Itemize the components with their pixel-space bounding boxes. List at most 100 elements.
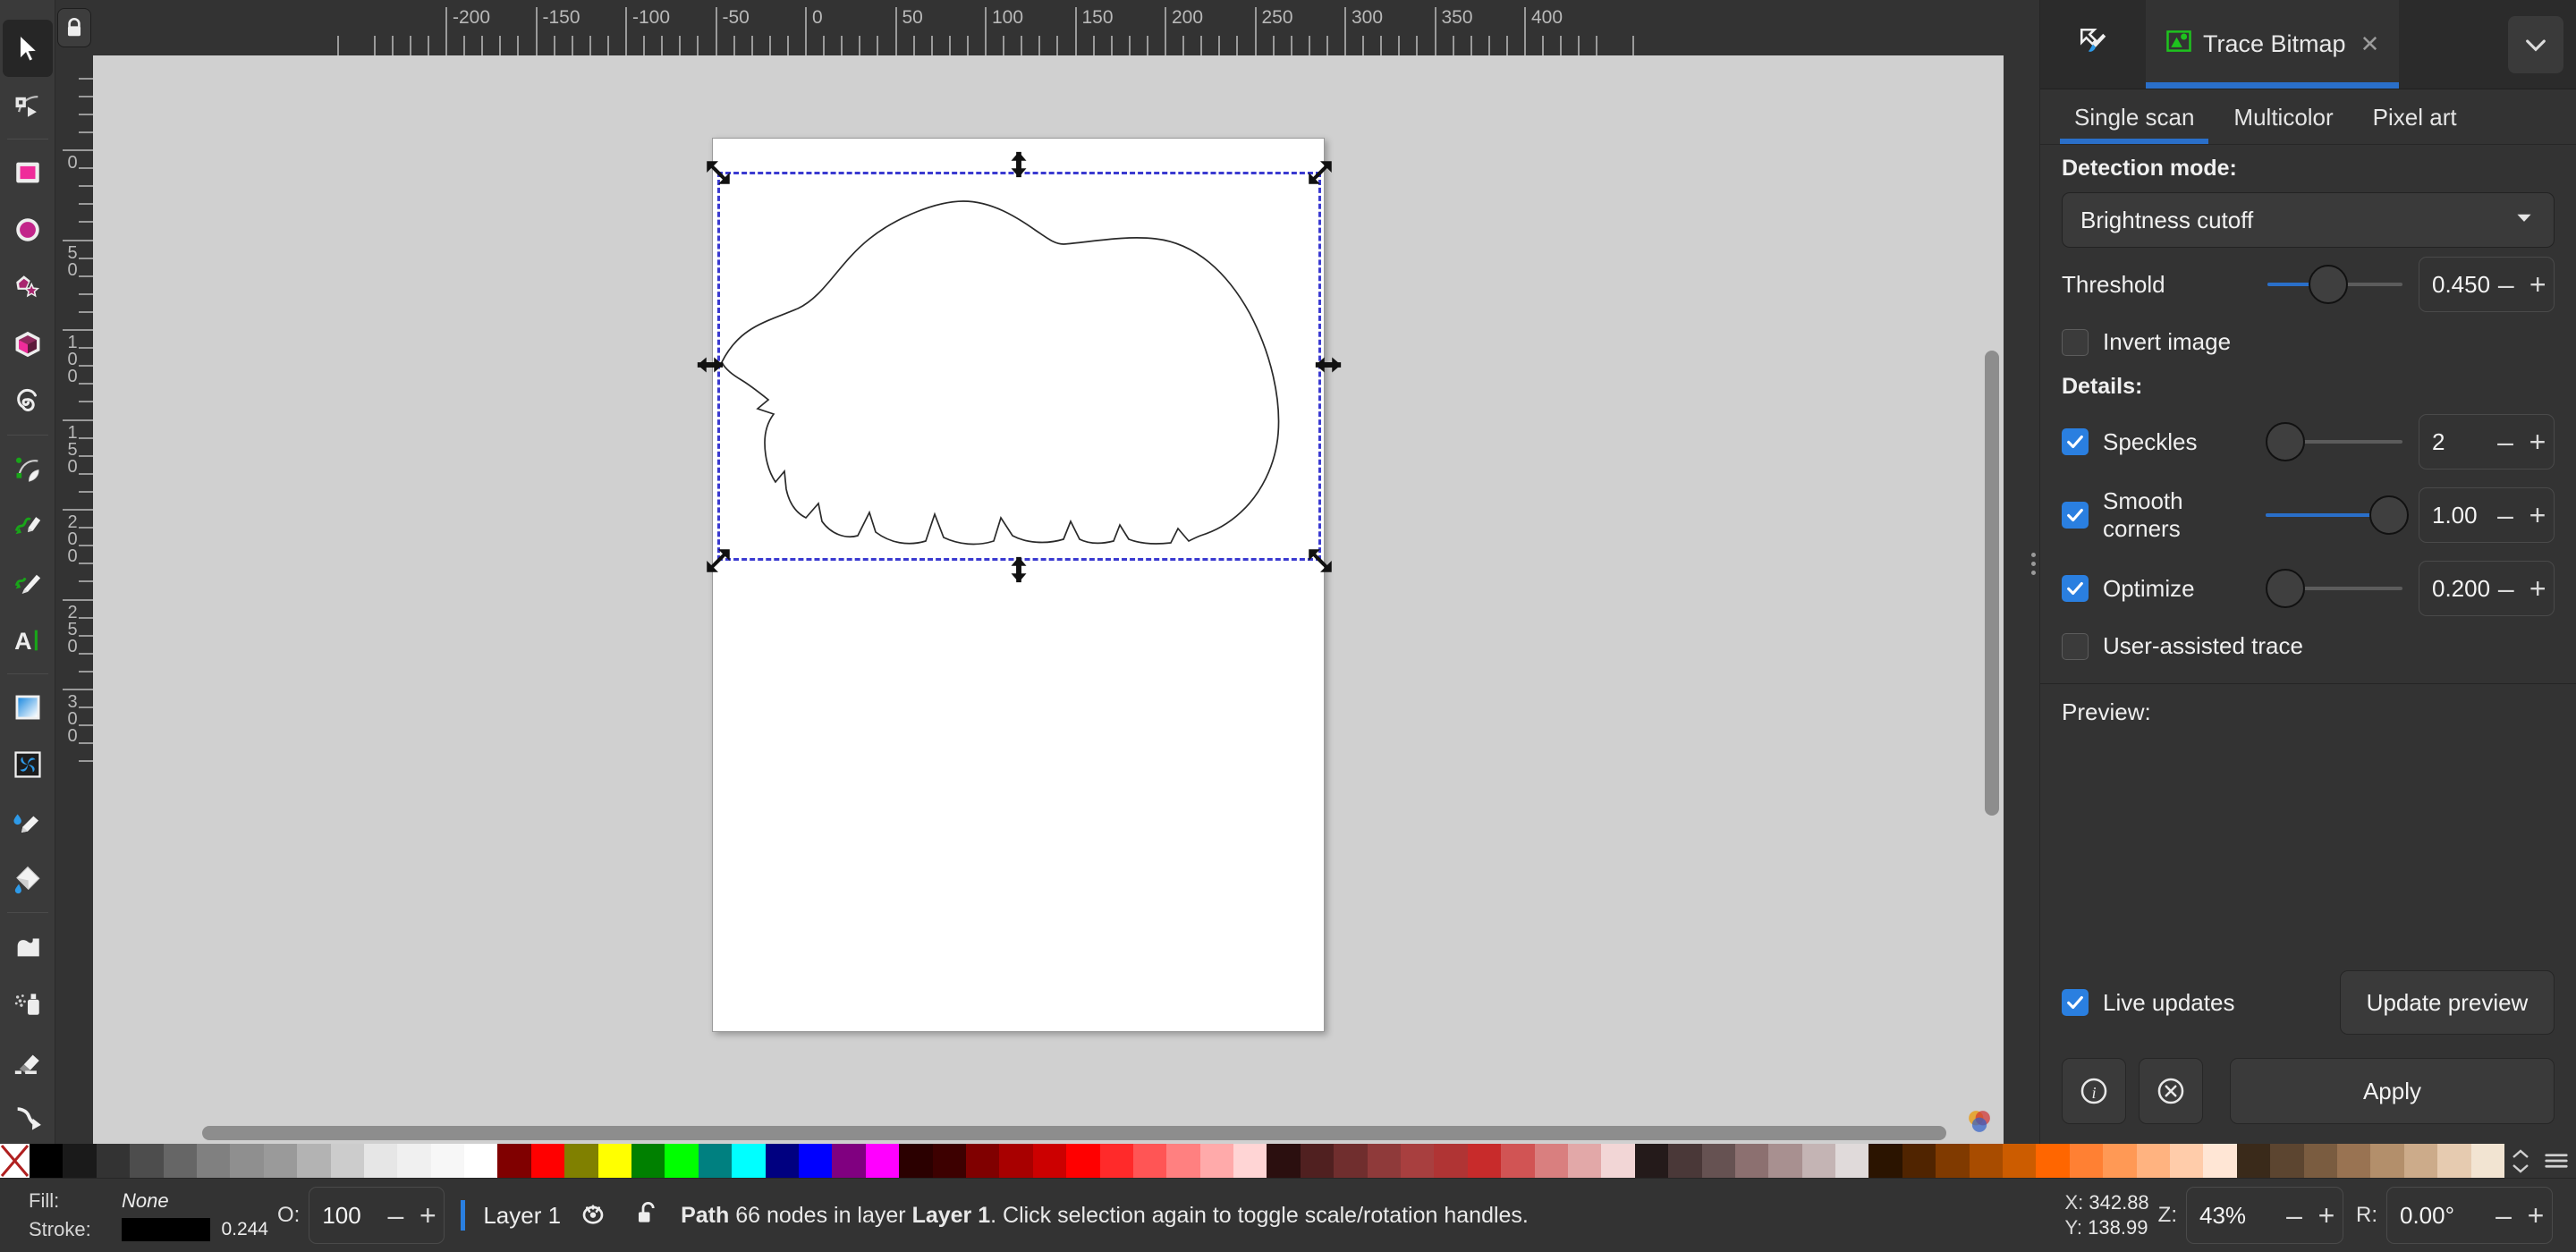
palette-swatch[interactable] xyxy=(1835,1144,1868,1178)
palette-swatch[interactable] xyxy=(2070,1144,2103,1178)
palette-swatch[interactable] xyxy=(732,1144,765,1178)
speckles-checkbox[interactable] xyxy=(2062,428,2089,455)
palette-swatch[interactable] xyxy=(2237,1144,2270,1178)
tab-multicolor[interactable]: Multicolor xyxy=(2214,98,2352,144)
palette-swatch[interactable] xyxy=(1601,1144,1634,1178)
rotation-control[interactable]: R: 0.00° – + xyxy=(2356,1187,2576,1244)
palette-swatch[interactable] xyxy=(2404,1144,2437,1178)
palette-swatch[interactable] xyxy=(1066,1144,1099,1178)
fill-stroke-tab[interactable] xyxy=(2040,0,2146,89)
selector-tool[interactable] xyxy=(3,20,53,77)
stroke-color-chip[interactable] xyxy=(122,1218,211,1241)
rotate-increment[interactable]: + xyxy=(2520,1201,2552,1230)
threshold-slider[interactable] xyxy=(2267,264,2402,305)
threshold-spinner[interactable]: 0.450 – + xyxy=(2419,257,2555,312)
resize-arrow-icon[interactable] xyxy=(703,157,733,188)
palette-swatch[interactable] xyxy=(431,1144,464,1178)
palette-swatch[interactable] xyxy=(2137,1144,2170,1178)
palette-swatch[interactable] xyxy=(564,1144,597,1178)
palette-swatch[interactable] xyxy=(164,1144,197,1178)
palette-swatch[interactable] xyxy=(1902,1144,1936,1178)
palette-swatch[interactable] xyxy=(866,1144,899,1178)
palette-swatch[interactable] xyxy=(1970,1144,2003,1178)
palette-swatch[interactable] xyxy=(63,1144,96,1178)
trace-bitmap-tab[interactable]: Trace Bitmap ✕ xyxy=(2146,0,2399,89)
paintbucket-tool[interactable] xyxy=(3,850,53,908)
palette-swatch[interactable] xyxy=(665,1144,698,1178)
palette-swatch[interactable] xyxy=(999,1144,1032,1178)
color-management-icon[interactable] xyxy=(1966,1108,1993,1135)
horizontal-ruler[interactable]: -200-150-100-50050100150200250300350400 xyxy=(93,0,2004,55)
opacity-control[interactable]: O: 100 – + xyxy=(277,1187,445,1244)
palette-swatch[interactable] xyxy=(230,1144,263,1178)
tab-pixel-art[interactable]: Pixel art xyxy=(2353,98,2477,144)
ellipse-tool[interactable] xyxy=(3,201,53,258)
palette-swatch[interactable] xyxy=(1334,1144,1367,1178)
palette-swatch[interactable] xyxy=(2036,1144,2069,1178)
palette-swatch[interactable] xyxy=(1233,1144,1267,1178)
layer-name[interactable]: Layer 1 xyxy=(483,1202,561,1230)
palette-swatch[interactable] xyxy=(2270,1144,2303,1178)
palette-swatch[interactable] xyxy=(331,1144,364,1178)
mesh-tool[interactable] xyxy=(3,736,53,793)
spray-tool[interactable] xyxy=(3,975,53,1032)
opacity-spinner[interactable]: 100 – + xyxy=(309,1187,445,1244)
rectangle-tool[interactable] xyxy=(3,144,53,201)
lock-icon[interactable] xyxy=(57,8,91,47)
palette-swatch[interactable] xyxy=(397,1144,430,1178)
palette-swatch[interactable] xyxy=(97,1144,130,1178)
palette-swatch[interactable] xyxy=(933,1144,966,1178)
resize-arrow-icon[interactable] xyxy=(1004,149,1034,180)
palette-swatch[interactable] xyxy=(297,1144,330,1178)
palette-swatch[interactable] xyxy=(30,1144,63,1178)
rotate-spinner[interactable]: 0.00° – + xyxy=(2386,1187,2553,1244)
text-tool[interactable]: A xyxy=(3,612,53,669)
horizontal-scrollbar[interactable] xyxy=(202,1126,1946,1140)
3dbox-tool[interactable] xyxy=(3,316,53,373)
palette-swatch[interactable] xyxy=(1535,1144,1568,1178)
panel-resize-handle[interactable] xyxy=(2027,537,2039,590)
reset-circle-icon[interactable] xyxy=(2139,1058,2203,1124)
palette-swatch[interactable] xyxy=(1200,1144,1233,1178)
palette-swatch[interactable] xyxy=(598,1144,631,1178)
none-swatch[interactable] xyxy=(0,1144,30,1178)
update-preview-button[interactable]: Update preview xyxy=(2340,970,2555,1035)
node-tool[interactable] xyxy=(3,77,53,134)
optimize-increment[interactable]: + xyxy=(2522,574,2554,603)
resize-arrow-icon[interactable] xyxy=(1305,157,1335,188)
palette-swatch[interactable] xyxy=(2437,1144,2470,1178)
palette-swatch[interactable] xyxy=(531,1144,564,1178)
palette-swatch[interactable] xyxy=(2203,1144,2236,1178)
palette-swatch[interactable] xyxy=(364,1144,397,1178)
tweak-tool[interactable] xyxy=(3,918,53,975)
smooth-corners-spinner[interactable]: 1.00 – + xyxy=(2419,487,2555,543)
zoom-decrement[interactable]: – xyxy=(2278,1201,2310,1230)
color-palette[interactable] xyxy=(0,1144,2576,1178)
palette-swatch[interactable] xyxy=(497,1144,530,1178)
palette-swatch[interactable] xyxy=(1768,1144,1801,1178)
palette-swatch[interactable] xyxy=(1267,1144,1300,1178)
invert-image-row[interactable]: Invert image xyxy=(2040,321,2576,363)
tab-single-scan[interactable]: Single scan xyxy=(2055,98,2214,144)
apply-button[interactable]: Apply xyxy=(2230,1058,2555,1124)
gradient-tool[interactable] xyxy=(3,679,53,736)
resize-arrow-icon[interactable] xyxy=(1305,546,1335,576)
palette-swatch[interactable] xyxy=(1668,1144,1701,1178)
chevron-down-icon[interactable] xyxy=(2508,16,2563,73)
palette-swatch[interactable] xyxy=(1133,1144,1166,1178)
palette-swatch[interactable] xyxy=(1702,1144,1735,1178)
resize-arrow-icon[interactable] xyxy=(703,546,733,576)
resize-arrow-icon[interactable] xyxy=(1004,554,1034,585)
pen-tool[interactable] xyxy=(3,440,53,497)
optimize-decrement[interactable]: – xyxy=(2490,574,2521,603)
optimize-checkbox[interactable] xyxy=(2062,575,2089,602)
rotate-decrement[interactable]: – xyxy=(2487,1201,2520,1230)
palette-swatch[interactable] xyxy=(1568,1144,1601,1178)
palette-swatch[interactable] xyxy=(2471,1144,2504,1178)
speckles-slider[interactable] xyxy=(2266,421,2402,462)
optimize-spinner[interactable]: 0.200 – + xyxy=(2419,561,2555,616)
close-icon[interactable]: ✕ xyxy=(2360,30,2380,58)
spiral-tool[interactable] xyxy=(3,373,53,430)
threshold-increment[interactable]: + xyxy=(2522,270,2554,299)
palette-swatch[interactable] xyxy=(1735,1144,1768,1178)
